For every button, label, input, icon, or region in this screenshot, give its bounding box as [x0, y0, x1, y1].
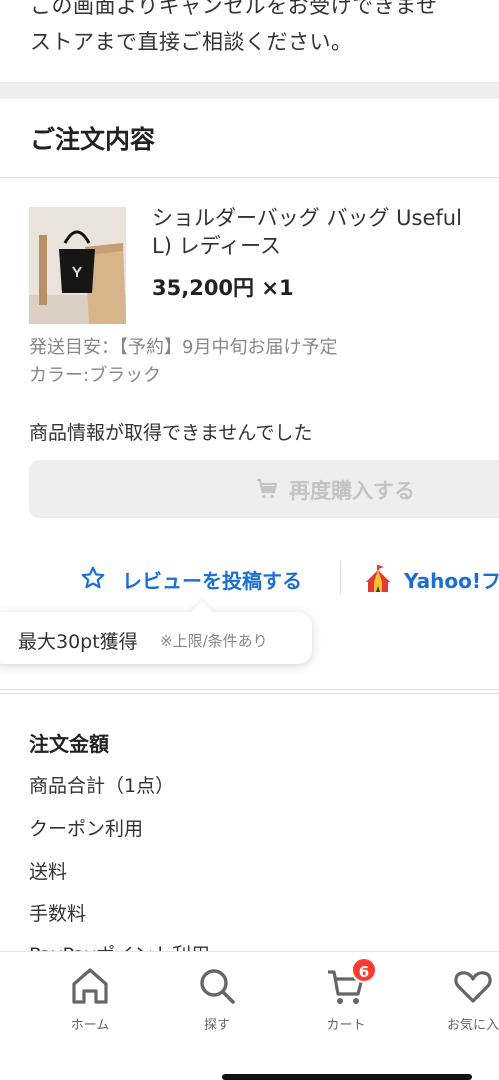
product-image[interactable] — [29, 207, 126, 324]
circus-tent-icon — [366, 565, 390, 592]
points-tooltip: 最大30pt獲得 ※上限/条件あり — [0, 600, 312, 664]
bottom-nav: ホーム 探す 6 カート お気に入 — [0, 951, 499, 1080]
home-icon — [72, 968, 108, 1004]
product-info-error-message: 商品情報が取得できませんでした — [29, 422, 313, 444]
cancel-notice-line-1: この画面よりキャンセルをお受けできませ — [30, 0, 438, 18]
link-separator — [340, 561, 341, 595]
home-indicator — [222, 1074, 472, 1080]
amount-row-fee: 手数料 — [29, 903, 87, 925]
nav-favorites[interactable]: お気に入 — [428, 964, 499, 1044]
divider — [0, 693, 499, 694]
divider — [0, 177, 499, 178]
cart-icon — [257, 478, 278, 499]
search-icon — [200, 969, 235, 1004]
product-price: 35,200円 ×1 — [152, 276, 294, 300]
rebuy-button-label: 再度購入する — [289, 479, 415, 503]
points-tooltip-main: 最大30pt獲得 — [18, 631, 138, 653]
amount-row-shipping: 送料 — [29, 861, 68, 883]
write-review-label: レビューを投稿する — [122, 569, 302, 593]
star-outline-icon — [81, 566, 105, 589]
rebuy-button[interactable]: 再度購入する — [29, 460, 499, 518]
tooltip-arrow — [190, 600, 214, 624]
cancel-notice-line-2: ストアまで直接ご相談ください。 — [30, 30, 353, 54]
points-tooltip-sub: ※上限/条件あり — [160, 632, 268, 650]
nav-home-label: ホーム — [70, 1018, 110, 1033]
section-separator — [0, 82, 499, 99]
nav-cart-label: カート — [326, 1018, 366, 1033]
order-section-title: ご注文内容 — [30, 125, 156, 154]
divider — [0, 689, 499, 690]
cart-count-badge: 6 — [351, 957, 377, 983]
nav-search[interactable]: 探す — [172, 964, 262, 1044]
amount-row-subtotal: 商品合計（1点） — [29, 775, 175, 797]
nav-cart[interactable]: 6 カート — [301, 957, 391, 1044]
amount-section-title: 注文金額 — [29, 732, 109, 756]
nav-favorites-label: お気に入 — [446, 1018, 499, 1033]
cancel-notice: この画面よりキャンセルをお受けできませ ストアまで直接ご相談ください。 — [0, 0, 499, 82]
nav-home[interactable]: ホーム — [45, 964, 135, 1044]
amount-row-coupon: クーポン利用 — [29, 818, 144, 840]
yahoo-link-label: Yahoo!フ — [404, 569, 499, 593]
shipping-estimate: 発送目安：【予約】9月中旬お届け予定 — [29, 337, 338, 358]
heart-icon — [454, 971, 492, 1003]
product-color: カラー:ブラック — [29, 365, 162, 386]
product-name[interactable]: ショルダーバッグ バッグ Useful L) レディース — [152, 204, 499, 260]
nav-search-label: 探す — [203, 1018, 230, 1033]
